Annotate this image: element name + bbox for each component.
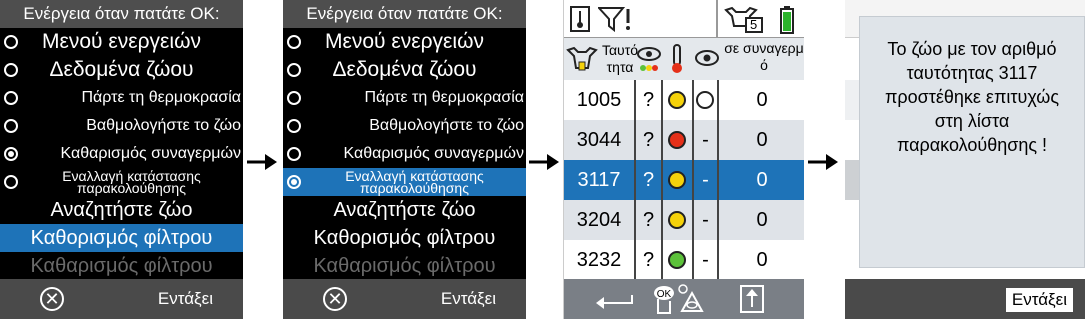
herd-count: 5 [750, 17, 758, 32]
filter-alert-icon[interactable] [598, 6, 632, 32]
cancel-circle-icon[interactable]: ✕ [323, 287, 347, 311]
alarm-count: 0 [756, 209, 768, 231]
status-dot-icon [668, 251, 686, 269]
unknown-marker: ? [642, 249, 655, 271]
ok-watch-toggle-icon[interactable]: OK [650, 281, 706, 317]
menu-item-temperature[interactable]: Πάρτε τη θερμοκρασία [283, 84, 526, 112]
battery-icon [780, 6, 794, 34]
footer-bar: ✕ Εντάξει [0, 279, 243, 319]
radio-icon [4, 119, 18, 133]
animal-id: 3117 [577, 169, 621, 191]
alarm-count: 0 [756, 129, 768, 151]
alarm-count: 0 [756, 89, 768, 111]
animal-id: 1005 [576, 89, 622, 111]
export-icon[interactable] [740, 285, 764, 313]
menu-item-search-animal[interactable]: Αναζητήστε ζώο [283, 196, 526, 224]
arrow-right-icon [247, 154, 277, 170]
list-footer: OK [564, 279, 804, 319]
menu-item-set-filter[interactable]: Καθορισμός φίλτρου [283, 224, 526, 252]
status-dot-icon [668, 131, 686, 149]
menu-item-temperature[interactable]: Πάρτε τη θερμοκρασία [0, 84, 243, 112]
status-dot-icon [668, 91, 686, 109]
radio-icon [287, 119, 301, 133]
table-row[interactable]: 3044? - 0 [564, 120, 804, 160]
top-toolbar: 5 [564, 0, 804, 38]
animal-list-screen: 5 Ταυτότητα σε συναγερμό 1005? 0 3044 ? … [563, 0, 804, 319]
footer-bar: ✕ Εντάξει [283, 279, 526, 319]
radio-selected-icon [4, 147, 18, 161]
ok-button[interactable]: Εντάξει [1005, 288, 1073, 312]
column-divider [661, 80, 663, 280]
menu-item-clear-filter[interactable]: Καθαρισμός φίλτρου [0, 252, 243, 279]
status-dot-icon [668, 211, 686, 229]
unknown-marker: ? [642, 209, 655, 231]
menu-list: Μενού ενεργειών Δεδομένα ζώου Πάρτε τη θ… [283, 28, 526, 279]
table-row[interactable]: 1005? 0 [564, 80, 804, 120]
watch-status: - [702, 129, 709, 151]
animal-id: 3044 [576, 129, 622, 151]
menu-item-search-animal[interactable]: Αναζητήστε ζώο [0, 196, 243, 224]
menu-item-actions[interactable]: Μενού ενεργειών [283, 28, 526, 56]
menu-item-clear-alarms[interactable]: Καθαρισμός συναγερμών [0, 140, 243, 168]
menu-item-toggle-watch[interactable]: Εναλλαγή κατάστασης παρακολούθησης [283, 168, 526, 196]
radio-icon [4, 175, 18, 189]
radio-icon [287, 91, 301, 105]
arrow-right-icon [808, 154, 838, 170]
confirmation-screen: Το ζώο με τον αριθμό ταυτότητας 3117 προ… [845, 0, 1085, 319]
cow-id-icon [566, 46, 598, 71]
table-row[interactable]: 3117? - 0 [564, 160, 804, 200]
unknown-marker: ? [642, 129, 655, 151]
menu-item-score[interactable]: Βαθμολογήστε το ζώο [0, 112, 243, 140]
menu-list: Μενού ενεργειών Δεδομένα ζώου Πάρτε τη θ… [0, 28, 243, 279]
menu-item-toggle-watch[interactable]: Εναλλαγή κατάστασης παρακολούθησης [0, 168, 243, 196]
herd-icon [724, 6, 763, 33]
watch-eye-icon [695, 50, 719, 66]
alarm-header-label: σε συναγερμό [724, 40, 804, 73]
menu-item-clear-filter[interactable]: Καθαρισμός φίλτρου [283, 252, 526, 279]
cancel-circle-icon[interactable]: ✕ [40, 287, 64, 311]
list-header: Ταυτότητα σε συναγερμό [564, 38, 804, 80]
svg-text:OK: OK [657, 289, 672, 300]
menu-item-animal-data[interactable]: Δεδομένα ζώου [0, 56, 243, 84]
table-row[interactable]: 3204? - 0 [564, 200, 804, 240]
menu-item-animal-data[interactable]: Δεδομένα ζώου [283, 56, 526, 84]
alarm-count: 0 [756, 169, 768, 191]
watch-status: - [702, 249, 709, 271]
eye-status-icon [637, 47, 661, 71]
footer-bar: Εντάξει [845, 279, 1085, 319]
id-header-label: Ταυτότητα [601, 42, 639, 75]
menu-item-score[interactable]: Βαθμολογήστε το ζώο [283, 112, 526, 140]
column-divider [717, 80, 719, 280]
alarm-count: 0 [756, 249, 768, 271]
radio-icon [4, 91, 18, 105]
watch-status: - [702, 209, 709, 231]
status-dot-icon [668, 171, 686, 189]
menu-item-actions[interactable]: Μενού ενεργειών [0, 28, 243, 56]
menu-title: Ενέργεια όταν πατάτε ΟΚ: [0, 0, 243, 28]
unknown-marker: ? [642, 169, 655, 191]
column-divider [692, 80, 694, 280]
unknown-marker: ? [642, 89, 655, 111]
column-divider [634, 80, 636, 280]
menu-screen-2: Ενέργεια όταν πατάτε ΟΚ: Μενού ενεργειών… [283, 0, 526, 319]
radio-selected-icon [287, 175, 301, 189]
menu-item-set-filter[interactable]: Καθορισμός φίλτρου [0, 224, 243, 252]
ok-button[interactable]: Εντάξει [158, 279, 213, 319]
ok-button[interactable]: Εντάξει [441, 279, 496, 319]
radio-icon [287, 147, 301, 161]
menu-screen-1: Ενέργεια όταν πατάτε ΟΚ: Μενού ενεργειών… [0, 0, 243, 319]
thermometer-list-icon[interactable] [570, 6, 590, 32]
animal-id: 3204 [576, 209, 622, 231]
table-row[interactable]: 3232? - 0 [564, 240, 804, 280]
menu-item-clear-alarms[interactable]: Καθαρισμός συναγερμών [283, 140, 526, 168]
divider [716, 0, 718, 38]
watch-empty-circle-icon [696, 91, 714, 109]
watch-status: - [702, 169, 709, 191]
menu-title: Ενέργεια όταν πατάτε ΟΚ: [283, 0, 526, 28]
arrow-right-icon [529, 154, 559, 170]
thermometer-icon [672, 44, 682, 73]
confirmation-message: Το ζώο με τον αριθμό ταυτότητας 3117 προ… [859, 16, 1085, 268]
back-arrow-icon[interactable] [594, 289, 634, 309]
animal-id: 3232 [576, 249, 622, 271]
